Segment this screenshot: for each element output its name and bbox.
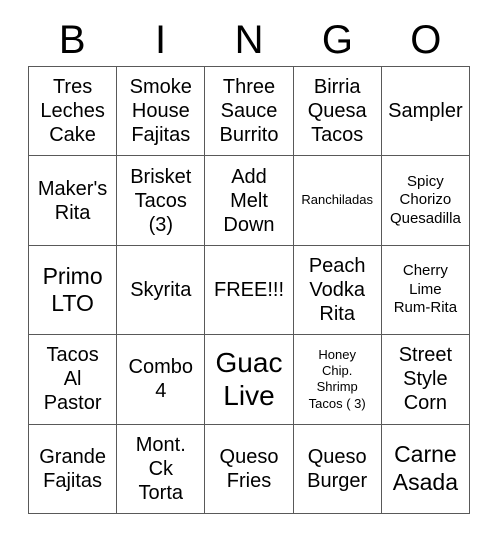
bingo-cell-n3[interactable]: FREE!!! xyxy=(205,245,294,336)
header-letter-i: I xyxy=(116,14,204,66)
bingo-cell-o1[interactable]: Sampler xyxy=(381,67,470,157)
bingo-cell-n2[interactable]: Add Melt Down xyxy=(205,156,294,246)
header-letter-n-label: N xyxy=(234,18,264,62)
bingo-cell-label: Queso Fries xyxy=(219,445,279,492)
bingo-cell-i1[interactable]: Smoke House Fajitas xyxy=(117,67,206,157)
bingo-cell-i2[interactable]: Brisket Tacos (3) xyxy=(117,156,206,246)
bingo-cell-i5[interactable]: Mont. Ck Torta xyxy=(117,424,206,514)
bingo-cell-label: Three Sauce Burrito xyxy=(219,76,279,147)
bingo-cell-g1[interactable]: Birria Quesa Tacos xyxy=(293,67,382,157)
header-letter-b: B xyxy=(28,14,116,66)
bingo-cell-o5[interactable]: Carne Asada xyxy=(381,424,470,514)
bingo-cell-label: Ranchiladas xyxy=(301,192,373,208)
bingo-cell-label: Brisket Tacos (3) xyxy=(130,165,192,236)
bingo-header: B I N G O xyxy=(28,14,470,66)
bingo-cell-label: Combo 4 xyxy=(128,356,194,403)
bingo-card: B I N G O Tres Leches Cake Smoke House Fa… xyxy=(0,0,500,544)
bingo-cell-b2[interactable]: Maker's Rita xyxy=(29,156,118,246)
bingo-cell-b1[interactable]: Tres Leches Cake xyxy=(29,67,118,157)
bingo-cell-g2[interactable]: Ranchiladas xyxy=(293,156,382,246)
bingo-cell-label: Maker's Rita xyxy=(37,177,108,224)
bingo-cell-label: Carne Asada xyxy=(392,441,458,495)
bingo-cell-i4[interactable]: Combo 4 xyxy=(117,335,206,425)
bingo-cell-n5[interactable]: Queso Fries xyxy=(205,424,294,514)
bingo-cell-o2[interactable]: Spicy Chorizo Quesadilla xyxy=(381,156,470,246)
bingo-cell-label: Birria Quesa Tacos xyxy=(307,76,367,147)
bingo-cell-label: Sampler xyxy=(388,100,463,123)
header-letter-g-label: G xyxy=(321,18,353,62)
bingo-cell-label: Mont. Ck Torta xyxy=(135,433,186,504)
bingo-cell-label: Queso Burger xyxy=(307,445,368,492)
bingo-cell-label: Skyrita xyxy=(130,278,192,301)
bingo-cell-label: FREE!!! xyxy=(213,278,284,301)
bingo-cell-o4[interactable]: Street Style Corn xyxy=(381,335,470,425)
header-letter-o-label: O xyxy=(410,18,442,62)
bingo-cell-label: Spicy Chorizo Quesadilla xyxy=(389,172,461,227)
bingo-cell-label: Guac Live xyxy=(215,347,283,412)
header-letter-g: G xyxy=(293,14,381,66)
bingo-cell-label: Grande Fajitas xyxy=(39,445,106,492)
header-letter-n: N xyxy=(205,14,293,66)
bingo-grid: Tres Leches Cake Smoke House Fajitas Three… xyxy=(28,66,470,514)
bingo-cell-label: Peach Vodka Rita xyxy=(308,254,366,325)
bingo-cell-o3[interactable]: Cherry Lime Rum-Rita xyxy=(381,245,470,336)
bingo-cell-i3[interactable]: Skyrita xyxy=(117,245,206,336)
bingo-cell-label: Add Melt Down xyxy=(223,165,275,236)
bingo-cell-n4[interactable]: Guac Live xyxy=(205,335,294,425)
bingo-cell-b5[interactable]: Grande Fajitas xyxy=(29,424,118,514)
bingo-cell-label: Tres Leches Cake xyxy=(40,76,105,147)
header-letter-b-label: B xyxy=(58,18,86,62)
bingo-cell-label: Primo LTO xyxy=(42,262,103,316)
bingo-cell-b4[interactable]: Tacos Al Pastor xyxy=(29,335,118,425)
bingo-cell-n1[interactable]: Three Sauce Burrito xyxy=(205,67,294,157)
bingo-cell-g4[interactable]: Honey Chip. Shrimp Tacos ( 3) xyxy=(293,335,382,425)
bingo-cell-g5[interactable]: Queso Burger xyxy=(293,424,382,514)
header-letter-o: O xyxy=(382,14,470,66)
bingo-cell-g3[interactable]: Peach Vodka Rita xyxy=(293,245,382,336)
bingo-cell-label: Street Style Corn xyxy=(398,344,453,415)
bingo-cell-label: Honey Chip. Shrimp Tacos ( 3) xyxy=(308,346,366,411)
bingo-cell-label: Tacos Al Pastor xyxy=(43,344,102,415)
bingo-cell-label: Smoke House Fajitas xyxy=(129,76,192,147)
header-letter-i-label: I xyxy=(155,18,167,62)
bingo-cell-label: Cherry Lime Rum-Rita xyxy=(393,262,458,317)
bingo-cell-b3[interactable]: Primo LTO xyxy=(29,245,118,336)
